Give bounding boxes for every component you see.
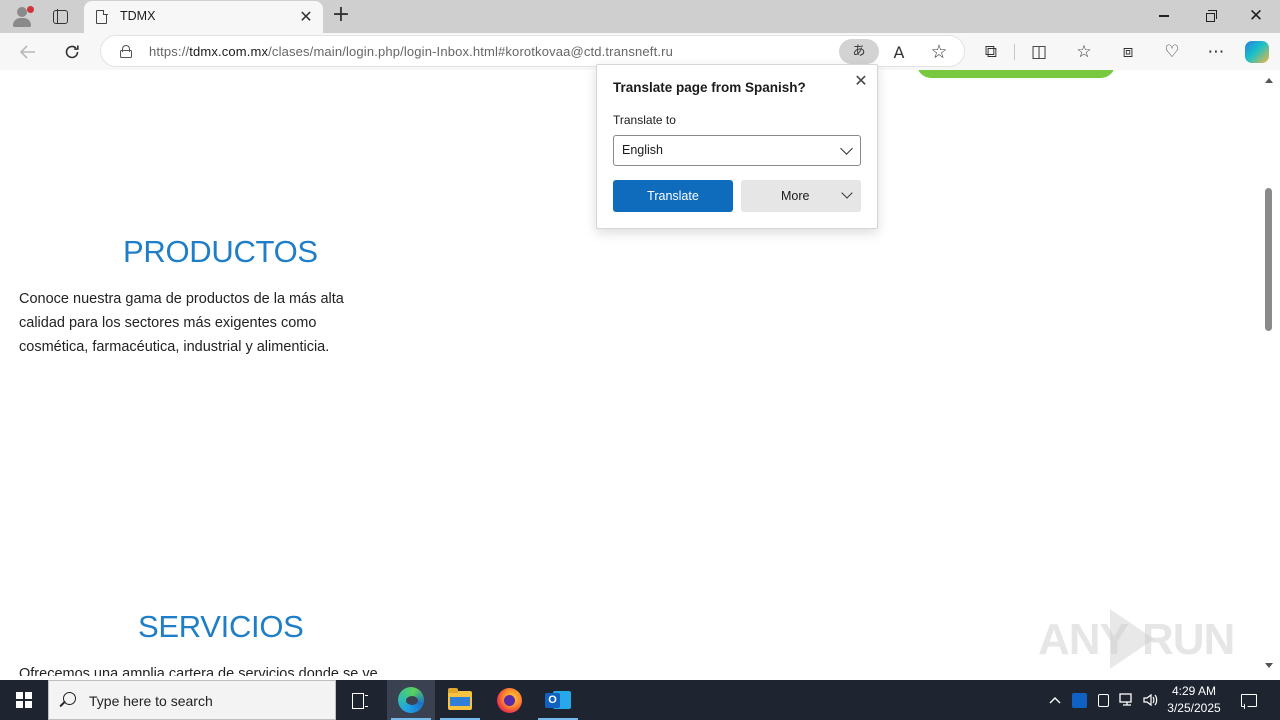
lock-icon[interactable] bbox=[120, 45, 132, 58]
taskbar-search-box[interactable]: Type here to search bbox=[48, 680, 336, 720]
toolbar-divider bbox=[1014, 44, 1015, 60]
clock-time: 4:29 AM bbox=[1171, 684, 1217, 698]
tray-outlook-icon[interactable] bbox=[1068, 680, 1090, 720]
settings-more-icon[interactable]: ⋯ bbox=[1203, 40, 1229, 64]
read-aloud-icon[interactable]: A bbox=[887, 40, 911, 64]
search-icon bbox=[63, 692, 76, 705]
scroll-up-arrow-icon[interactable] bbox=[1265, 78, 1273, 83]
browser-essentials-icon[interactable]: ♡ bbox=[1159, 40, 1185, 64]
task-view-button[interactable] bbox=[336, 680, 384, 720]
section-text-servicios: Ofrecemos una amplia cartera de servicio… bbox=[19, 666, 378, 676]
scroll-thumb[interactable] bbox=[1265, 188, 1272, 331]
file-explorer-icon bbox=[448, 687, 472, 710]
translate-icon[interactable]: あ bbox=[839, 39, 879, 64]
collections-icon[interactable]: ⧈ bbox=[1115, 40, 1141, 64]
taskbar-outlook-button[interactable]: O bbox=[534, 680, 582, 720]
start-button[interactable] bbox=[0, 680, 48, 720]
minimize-button[interactable] bbox=[1141, 0, 1187, 32]
back-button[interactable] bbox=[14, 38, 42, 66]
taskbar-clock[interactable]: 4:29 AM 3/25/2025 bbox=[1160, 683, 1228, 717]
notification-center-button[interactable] bbox=[1234, 680, 1264, 720]
green-header-button[interactable] bbox=[917, 70, 1115, 78]
section-text-productos: Conoce nuestra gama de productos de la m… bbox=[19, 291, 344, 355]
page-favicon-icon bbox=[96, 9, 108, 24]
url-text[interactable]: https://tdmx.com.mx/clases/main/login.ph… bbox=[149, 44, 673, 59]
copilot-icon[interactable] bbox=[1245, 41, 1269, 63]
section-title-productos: PRODUCTOS bbox=[123, 234, 318, 269]
extensions-icon[interactable]: ⧉ bbox=[978, 40, 1004, 64]
split-screen-icon[interactable]: ◫ bbox=[1026, 40, 1052, 64]
notification-icon bbox=[1241, 693, 1257, 707]
more-button[interactable]: More bbox=[741, 180, 861, 212]
favorite-star-icon[interactable]: ☆ bbox=[927, 40, 951, 64]
taskbar-file-explorer-button[interactable] bbox=[436, 680, 484, 720]
address-bar[interactable]: https://tdmx.com.mx/clases/main/login.ph… bbox=[100, 35, 965, 67]
volume-icon[interactable] bbox=[1140, 680, 1162, 720]
tray-overflow-chevron-icon[interactable] bbox=[1044, 680, 1066, 720]
windows-taskbar: Type here to search O 4:29 AM 3/25/2025 bbox=[0, 680, 1280, 720]
browser-tab-active[interactable]: TDMX ✕ bbox=[84, 1, 323, 33]
chevron-down-icon bbox=[841, 187, 853, 199]
clock-date: 3/25/2025 bbox=[1167, 701, 1221, 715]
close-icon[interactable]: ✕ bbox=[851, 71, 871, 91]
profile-icon[interactable] bbox=[10, 5, 34, 29]
translate-popup: Translate page from Spanish? ✕ Translate… bbox=[596, 64, 878, 229]
restore-button[interactable] bbox=[1187, 0, 1233, 32]
section-title-servicios: SERVICIOS bbox=[138, 609, 304, 644]
firefox-icon bbox=[496, 687, 522, 713]
search-placeholder: Type here to search bbox=[89, 693, 213, 709]
chevron-down-icon bbox=[840, 142, 853, 155]
outlook-icon: O bbox=[545, 688, 571, 712]
network-icon[interactable] bbox=[1115, 680, 1139, 720]
translate-button[interactable]: Translate bbox=[613, 180, 733, 212]
new-tab-button[interactable]: + bbox=[330, 4, 352, 27]
task-view-icon bbox=[352, 693, 368, 709]
scroll-down-arrow-icon[interactable] bbox=[1265, 663, 1273, 668]
tab-title: TDMX bbox=[120, 9, 156, 23]
edge-icon bbox=[398, 687, 424, 713]
reload-button[interactable] bbox=[58, 38, 86, 66]
taskbar-firefox-button[interactable] bbox=[485, 680, 533, 720]
tray-device-icon[interactable] bbox=[1092, 680, 1114, 720]
page-scrollbar[interactable] bbox=[1260, 70, 1280, 676]
translate-to-label: Translate to bbox=[613, 113, 676, 127]
tab-close-icon[interactable]: ✕ bbox=[297, 8, 315, 26]
close-window-button[interactable]: ✕ bbox=[1233, 0, 1279, 32]
favorites-icon[interactable]: ☆ bbox=[1071, 40, 1097, 64]
language-select-value: English bbox=[622, 143, 663, 157]
tab-actions-icon[interactable] bbox=[48, 5, 72, 29]
browser-tab-strip: TDMX ✕ + ✕ bbox=[0, 0, 1280, 33]
taskbar-edge-button[interactable] bbox=[387, 680, 435, 720]
translate-popup-title: Translate page from Spanish? bbox=[613, 80, 806, 95]
language-select[interactable]: English bbox=[613, 135, 861, 166]
anyrun-watermark: ANY RUN bbox=[1038, 605, 1238, 675]
windows-logo-icon bbox=[16, 692, 32, 708]
